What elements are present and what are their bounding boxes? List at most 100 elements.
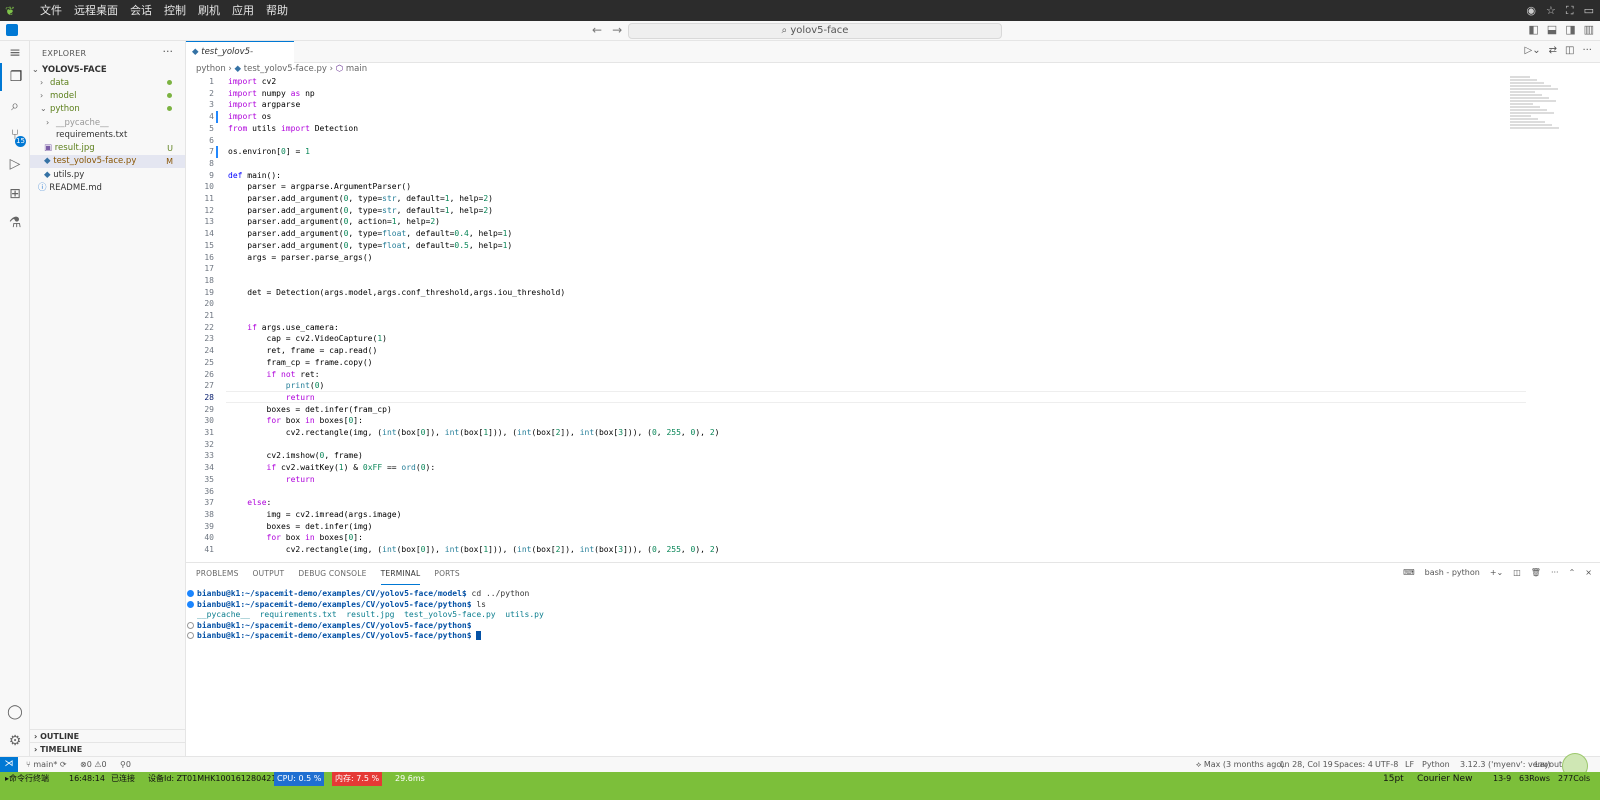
menu-remote-desktop[interactable]: 远程桌面	[68, 0, 124, 21]
run-icon[interactable]: ▷⌄	[1525, 45, 1541, 56]
code-line[interactable]: det = Detection(args.model,args.conf_thr…	[228, 287, 565, 299]
search-icon[interactable]: ⌕	[0, 92, 30, 120]
code-line[interactable]: def main():	[228, 170, 281, 182]
minimap[interactable]	[1510, 76, 1560, 136]
code-line[interactable]: return	[228, 392, 315, 404]
breadcrumb-symbol[interactable]: main	[346, 64, 367, 74]
remote-indicator-icon[interactable]: ⋊	[0, 757, 18, 773]
code-line[interactable]: import os	[228, 111, 271, 123]
breadcrumb-file[interactable]: test_yolov5-face.py	[244, 64, 327, 74]
code-line[interactable]: fram_cp = frame.copy()	[228, 357, 373, 369]
toggle-secondary-sidebar-icon[interactable]: ◨	[1565, 23, 1575, 36]
source-control-icon[interactable]: ⑂	[0, 121, 30, 149]
command-center-search[interactable]: ⌕ yolov5-face	[628, 23, 1002, 39]
branch-status[interactable]: ⑂ main* ⟳	[26, 757, 67, 772]
code-line[interactable]: ret, frame = cap.read()	[228, 345, 378, 357]
tree-file-utils[interactable]: ◆ utils.py	[30, 169, 185, 182]
code-line[interactable]: if args.use_camera:	[228, 322, 339, 334]
tree-file-readme[interactable]: ⓘ README.md	[30, 182, 185, 195]
code-line[interactable]: if not ret:	[228, 369, 320, 381]
tree-file-result[interactable]: ▣ result.jpg U	[30, 142, 185, 155]
cursor-position[interactable]: Ln 28, Col 19	[1280, 757, 1333, 772]
workspace-root[interactable]: ⌄ YOLOV5-FACE	[30, 63, 185, 76]
code-line[interactable]: parser.add_argument(0, type=float, defau…	[228, 240, 512, 252]
tree-folder-pycache[interactable]: › __pycache__	[30, 116, 185, 129]
tab-terminal[interactable]: TERMINAL	[380, 563, 421, 585]
split-editor-icon[interactable]: ◫	[1565, 45, 1574, 56]
settings-gear-icon[interactable]: ⚙	[0, 727, 30, 755]
code-editor[interactable]: 1 import cv2 2 import numpy as np 3 import ar…	[186, 76, 1600, 562]
run-debug-icon[interactable]: ▷	[0, 150, 30, 178]
tab-debug-console[interactable]: DEBUG CONSOLE	[298, 563, 366, 585]
tree-folder-model[interactable]: › model	[30, 89, 185, 102]
code-line[interactable]: import argparse	[228, 99, 300, 111]
font-size[interactable]: 15pt	[1380, 772, 1407, 786]
tree-file-requirements[interactable]: requirements.txt	[30, 129, 185, 142]
code-line[interactable]: os.environ[0] = 1	[228, 146, 310, 158]
window-icon[interactable]: ▭	[1584, 0, 1594, 21]
code-line[interactable]: parser.add_argument(0, action=1, help=2)	[228, 216, 440, 228]
trash-icon[interactable]: 🗑	[1531, 568, 1541, 577]
code-line[interactable]: cv2.imshow(0, frame)	[228, 450, 363, 462]
code-line[interactable]: return	[228, 474, 315, 486]
forward-arrow-icon[interactable]: →	[612, 23, 622, 37]
code-line[interactable]: else:	[228, 497, 271, 509]
menu-apps[interactable]: 应用	[226, 0, 260, 21]
extensions-icon[interactable]: ⊞	[0, 180, 30, 208]
command-success-icon[interactable]	[187, 590, 194, 597]
code-line[interactable]: parser.add_argument(0, type=float, defau…	[228, 228, 512, 240]
more-actions-icon[interactable]: ···	[163, 45, 174, 58]
more-actions-icon[interactable]: ···	[1582, 45, 1592, 56]
close-panel-icon[interactable]: ×	[1585, 568, 1592, 577]
menu-session[interactable]: 会话	[124, 0, 158, 21]
new-terminal-icon[interactable]: +⌄	[1490, 568, 1503, 577]
tab-output[interactable]: OUTPUT	[253, 563, 285, 585]
menu-help[interactable]: 帮助	[260, 0, 294, 21]
testing-icon[interactable]: ⚗	[0, 209, 30, 237]
code-line[interactable]: for box in boxes[0]:	[228, 532, 363, 544]
toggle-panel-icon[interactable]: ⬓	[1547, 23, 1557, 36]
compare-icon[interactable]: ⇄	[1549, 45, 1557, 56]
code-line[interactable]: if cv2.waitKey(1) & 0xFF == ord(0):	[228, 462, 436, 474]
command-decoration-icon[interactable]	[187, 621, 194, 629]
more-actions-icon[interactable]: ···	[1551, 568, 1559, 577]
code-line[interactable]: cap = cv2.VideoCapture(1)	[228, 333, 387, 345]
tree-file-test-yolov5-face[interactable]: ◆ test_yolov5-face.py M	[30, 155, 185, 168]
code-line[interactable]: cv2.rectangle(img, (int(box[0]), int(box…	[228, 544, 720, 556]
explorer-icon[interactable]: ❐	[0, 63, 30, 91]
timeline-section[interactable]: › TIMELINE	[30, 742, 185, 755]
maximize-panel-icon[interactable]: ⌃	[1569, 568, 1576, 577]
code-line[interactable]: for box in boxes[0]:	[228, 415, 363, 427]
terminal-status[interactable]: ▸命令行终端	[2, 772, 52, 786]
sync-icon[interactable]: ⟳	[60, 760, 67, 769]
tab-ports[interactable]: PORTS	[434, 563, 459, 585]
code-line[interactable]: boxes = det.infer(img)	[228, 521, 373, 533]
encoding[interactable]: UTF-8	[1375, 757, 1398, 772]
star-icon[interactable]: ☆	[1546, 0, 1556, 21]
back-arrow-icon[interactable]: ←	[592, 23, 602, 37]
command-decoration-icon[interactable]	[187, 632, 194, 640]
command-success-icon[interactable]	[187, 600, 194, 608]
code-line[interactable]: import numpy as np	[228, 88, 315, 100]
avatar[interactable]: ◉	[1526, 0, 1536, 21]
code-line[interactable]: parser.add_argument(0, type=str, default…	[228, 193, 493, 205]
font-name[interactable]: Courier New	[1414, 772, 1475, 786]
customize-layout-icon[interactable]: ▥	[1584, 23, 1594, 36]
git-blame[interactable]: ⟡ Max (3 months ago)	[1196, 757, 1284, 772]
toggle-sidebar-icon[interactable]: ◧	[1528, 23, 1538, 36]
code-line[interactable]: import cv2	[228, 76, 276, 88]
tree-folder-python[interactable]: ⌄ python	[30, 102, 185, 115]
code-line[interactable]: parser = argparse.ArgumentParser()	[228, 181, 411, 193]
split-terminal-icon[interactable]: ◫	[1513, 568, 1521, 577]
account-icon[interactable]: ◯	[0, 698, 30, 726]
breadcrumb-folder[interactable]: python	[196, 64, 226, 74]
menu-flash[interactable]: 刷机	[192, 0, 226, 21]
outline-section[interactable]: › OUTLINE	[30, 729, 185, 742]
eol[interactable]: LF	[1405, 757, 1414, 772]
fullscreen-icon[interactable]: ⛶	[1566, 0, 1574, 21]
problems-status[interactable]: ⊗0 ⚠0	[80, 757, 107, 772]
menu-file[interactable]: 文件	[34, 0, 68, 21]
code-line[interactable]: args = parser.parse_args()	[228, 252, 372, 264]
tree-folder-data[interactable]: › data	[30, 76, 185, 89]
ports-status[interactable]: ⚲0	[120, 757, 131, 772]
